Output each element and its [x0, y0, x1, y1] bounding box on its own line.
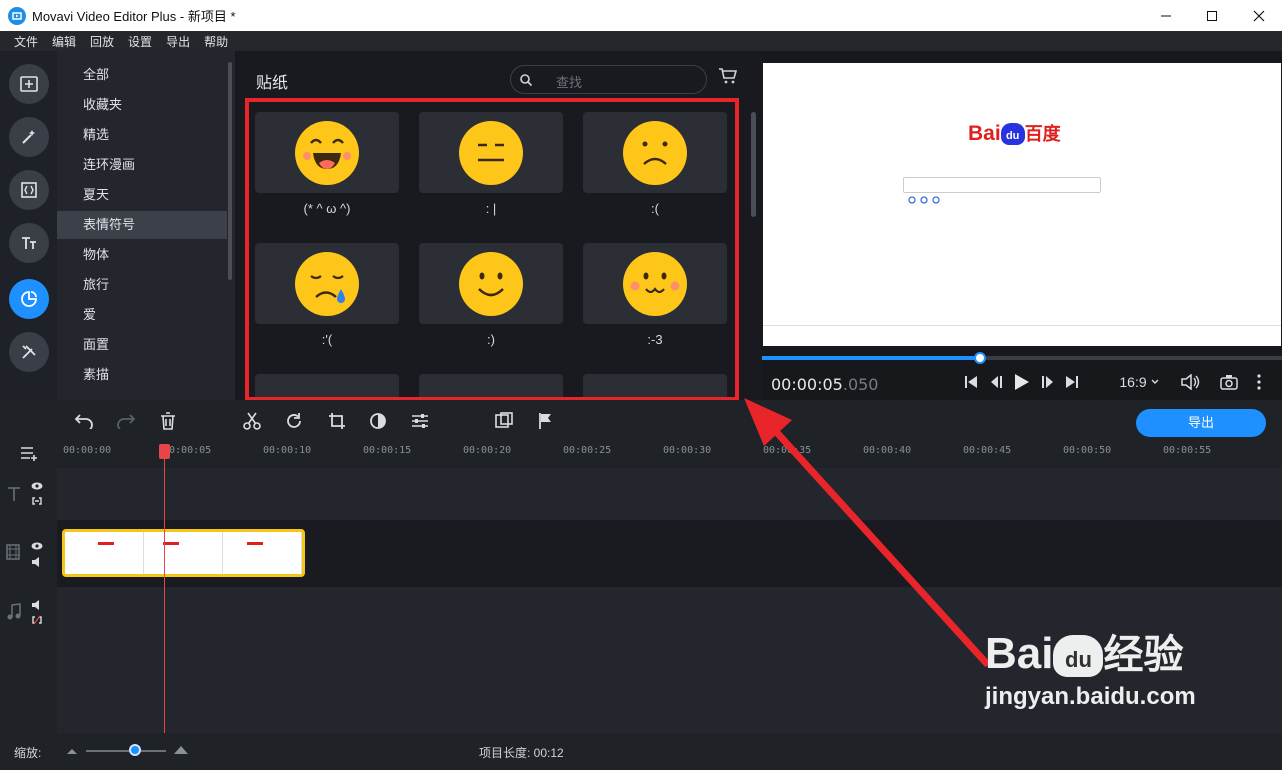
watermark: Bai du 经验 jingyan.baidu.com — [985, 630, 1196, 711]
watermark-url: jingyan.baidu.com — [985, 683, 1196, 710]
watermark-cn: 经验 — [1103, 633, 1184, 677]
watermark-paw: du — [1053, 635, 1104, 678]
watermark-brand: Bai — [985, 629, 1054, 678]
